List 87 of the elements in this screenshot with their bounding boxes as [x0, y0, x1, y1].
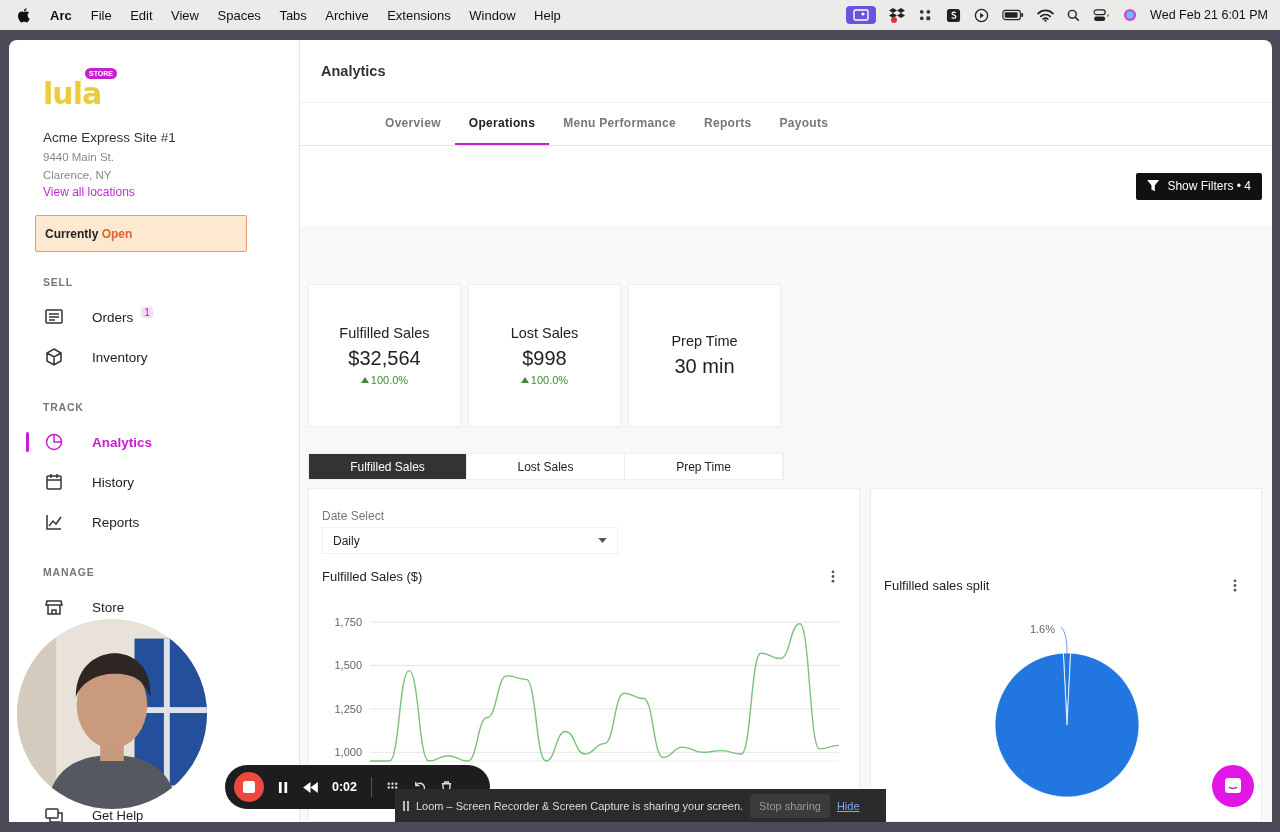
battery-icon[interactable] [1002, 9, 1025, 21]
pause-icon [403, 800, 409, 811]
chart-title: Fulfilled Sales ($) [322, 569, 423, 584]
view-locations-link[interactable]: View all locations [43, 184, 135, 201]
date-select[interactable]: Daily [322, 527, 618, 554]
menu-item[interactable]: View [171, 7, 199, 23]
siri-icon[interactable] [1123, 8, 1138, 22]
filter-icon [1147, 180, 1162, 192]
kpi-value: 30 min [674, 355, 735, 378]
section-heading: MANAGE [43, 566, 96, 578]
leader-line [1060, 626, 1068, 654]
kpi-value: $998 [522, 347, 567, 370]
kpi-title: Lost Sales [510, 325, 579, 341]
nav-item[interactable]: Reports [92, 514, 140, 530]
hide-link[interactable]: Hide [836, 799, 860, 812]
recording-time: 0:02 [332, 780, 358, 794]
kpi-value: $32,564 [348, 347, 421, 370]
stop-recording-button[interactable] [234, 772, 264, 802]
menu-item[interactable]: File [90, 7, 112, 23]
nav-item[interactable]: Inventory [92, 349, 148, 365]
rewind-icon[interactable] [303, 781, 318, 793]
app-menu[interactable]: Arc [50, 7, 72, 23]
y-tick-label: 1,250 [334, 702, 362, 715]
up-triangle-icon [520, 377, 529, 383]
tab[interactable]: Operations [454, 103, 550, 145]
list-icon [44, 307, 64, 327]
chart-title: Fulfilled sales split [884, 578, 990, 593]
chat-icon [44, 806, 64, 822]
more-icon[interactable] [831, 570, 835, 583]
stop-sharing-button[interactable]: Stop sharing [750, 793, 830, 818]
count-badge: 1 [141, 307, 153, 318]
menu-item[interactable]: Help [534, 7, 561, 23]
tab[interactable]: Menu Performance [549, 103, 690, 145]
menu-item[interactable]: Window [469, 7, 516, 23]
pie-chart-icon [44, 432, 64, 452]
menu-item[interactable]: Extensions [387, 7, 451, 23]
store-icon [44, 597, 64, 617]
kpi-title: Fulfilled Sales [339, 325, 430, 341]
nav-item[interactable]: Store [92, 599, 125, 615]
square-app-icon[interactable] [946, 7, 962, 23]
tab[interactable]: Overview [371, 103, 455, 145]
address-line: 9440 Main St. [43, 150, 114, 165]
location-name: Acme Express Site #1 [43, 130, 176, 145]
apple-icon[interactable] [17, 7, 30, 23]
pause-icon[interactable] [278, 780, 289, 794]
search-icon[interactable] [1067, 8, 1081, 22]
kpi-change: 100.0% [530, 374, 569, 386]
up-triangle-icon [360, 377, 369, 383]
menu-item[interactable]: Tabs [279, 7, 307, 23]
y-tick-label: 1,750 [334, 616, 362, 628]
metric-tab[interactable]: Prep Time [625, 454, 783, 479]
menu-item[interactable]: Edit [130, 7, 153, 23]
help-nav-item[interactable]: Get Help [92, 809, 144, 822]
menu-item[interactable]: Spaces [217, 7, 261, 23]
section-heading: SELL [43, 276, 75, 288]
pie-label: 1.6% [1029, 623, 1055, 635]
page-title: Analytics [321, 63, 386, 79]
kpi-title: Prep Time [671, 333, 738, 349]
tab[interactable]: Payouts [765, 103, 843, 145]
y-tick-label: 1,000 [334, 746, 362, 759]
metric-tab[interactable]: Lost Sales [467, 454, 625, 479]
nav-item[interactable]: History [92, 474, 134, 490]
chat-icon [1223, 776, 1243, 796]
caret-icon [598, 538, 607, 543]
control-center-icon[interactable] [1093, 8, 1111, 22]
tab[interactable]: Reports [690, 103, 766, 145]
dropbox-icon[interactable] [889, 7, 906, 23]
play-icon[interactable] [974, 7, 990, 23]
menubar-clock: Wed Feb 21 6:01 PM [1150, 8, 1268, 22]
box-icon [44, 347, 64, 367]
field-label: Date Select [322, 509, 386, 523]
nav-item[interactable]: Analytics [92, 434, 153, 450]
address-line: Clarence, NY [43, 168, 112, 183]
show-filters-button[interactable]: Show Filters • 4 [1136, 172, 1262, 200]
status-banner: Currently Open [35, 215, 247, 252]
metric-tab[interactable]: Fulfilled Sales [309, 454, 467, 479]
wifi-icon[interactable] [1037, 8, 1055, 22]
menu-item[interactable]: Archive [325, 7, 369, 23]
calendar-icon [44, 472, 64, 492]
kpi-change: 100.0% [370, 374, 409, 386]
line-chart-icon [44, 512, 64, 532]
nav-item[interactable]: Orders [92, 309, 134, 325]
sharing-message: Loom – Screen Recorder & Screen Capture is sharing your screen. [416, 799, 744, 812]
more-icon[interactable] [1233, 579, 1237, 592]
section-heading: TRACK [43, 401, 85, 413]
screen-share-icon[interactable] [846, 6, 877, 24]
y-tick-label: 1,500 [334, 659, 362, 672]
